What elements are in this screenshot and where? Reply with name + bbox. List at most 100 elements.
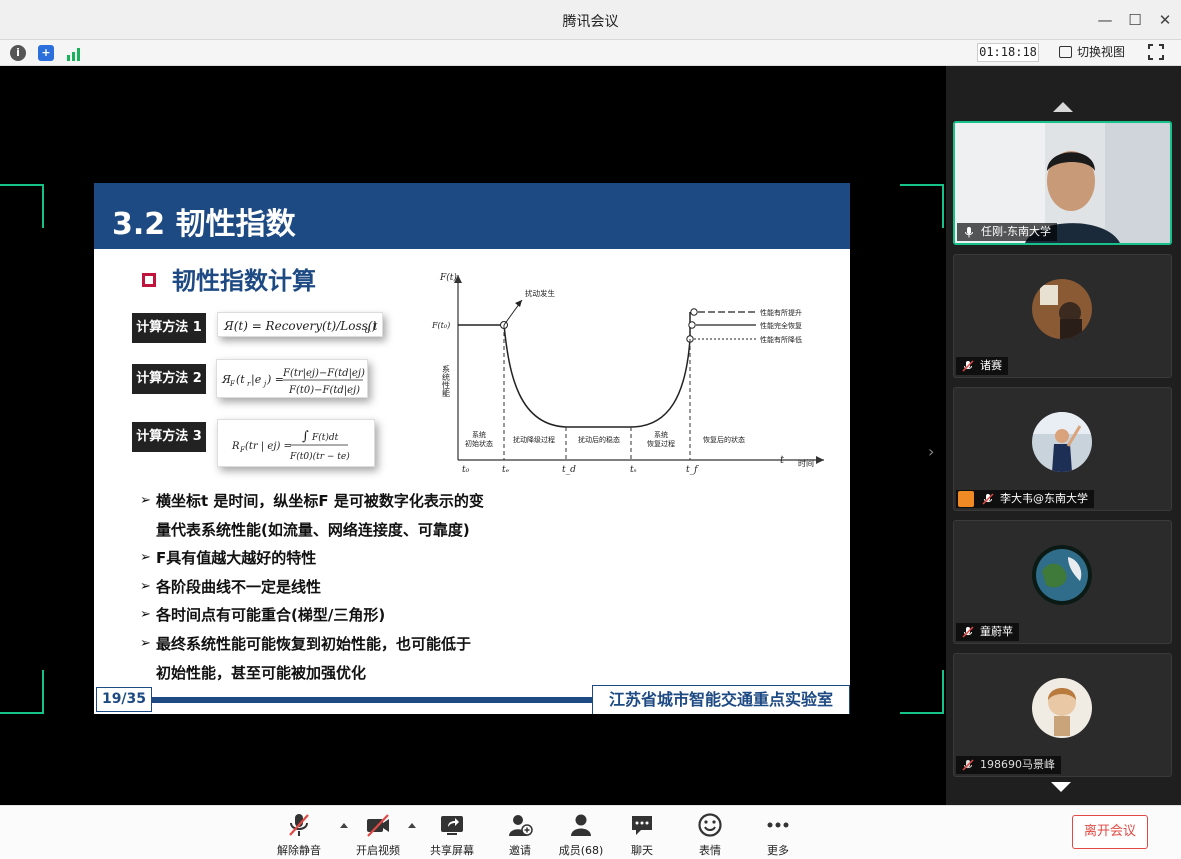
- corner-marker: [900, 670, 944, 714]
- corner-marker: [0, 184, 44, 228]
- slide-header: 3.2 韧性指数: [94, 183, 850, 249]
- mic-muted-icon: [982, 493, 994, 505]
- switch-view-label: 切换视图: [1077, 45, 1126, 59]
- svg-text:F(t0)(tr − te): F(t0)(tr − te): [289, 451, 350, 462]
- share-screen-button[interactable]: 共享屏幕: [422, 812, 482, 857]
- fullscreen-icon[interactable]: [1148, 44, 1164, 60]
- phase-label: 系统恢复过程: [647, 430, 675, 448]
- bullet-item: 横坐标t 是时间，纵坐标F 是可被数字化表示的变: [140, 487, 560, 516]
- bullet-item-continued: 初始性能，甚至可能被加强优化: [156, 663, 367, 682]
- phase-label: 恢复后的状态: [703, 435, 745, 444]
- bullet-item: 最终系统性能可能恢复到初始性能，也可能低于: [140, 630, 560, 659]
- bullet-item-continued: 量代表系统性能(如流量、网络连接度、可靠度): [156, 520, 470, 539]
- start-video-button[interactable]: 开启视频: [348, 812, 408, 857]
- disturbance-label: 扰动发生: [525, 288, 555, 298]
- mic-muted-icon: [289, 814, 309, 836]
- formula-1: Я(t) = Recovery(t)/Loss(t d): [217, 312, 383, 337]
- shield-icon[interactable]: +: [38, 45, 54, 61]
- svg-text:|e: |e: [251, 373, 262, 387]
- corner-marker: [900, 184, 944, 228]
- participant-tile[interactable]: 童蔚苹: [953, 520, 1172, 644]
- formula-2: Я F (t r |e j) = F(tr|ej)−F(td|ej) F(t0)−F(td|e…: [216, 359, 368, 398]
- participant-tile[interactable]: 198690马景峰: [953, 653, 1172, 777]
- svg-text:d: d: [365, 326, 370, 335]
- presentation-slide: 3.2 韧性指数 韧性指数计算 计算方法 1 计算方法 2 计算方法 3 Я(t…: [94, 183, 850, 714]
- chevron-right-icon[interactable]: ›: [928, 442, 934, 461]
- x-tick-label: tₛ: [630, 465, 637, 475]
- participant-tile[interactable]: 诸赛: [953, 254, 1172, 378]
- participants-panel: 任刚-东南大学 诸赛 李大韦@东南大学 童蔚苹 198690马景峰: [946, 66, 1181, 805]
- window-title: 腾讯会议: [562, 14, 619, 30]
- invite-icon: [509, 815, 533, 836]
- close-button[interactable]: ✕: [1153, 8, 1177, 32]
- emoji-icon: [698, 813, 722, 837]
- bullet-item: 各阶段曲线不一定是线性: [140, 573, 560, 602]
- scroll-up-icon[interactable]: [1053, 102, 1073, 112]
- title-bar: 腾讯会议 — ☐ ✕: [0, 0, 1181, 40]
- video-options-caret[interactable]: [408, 823, 416, 828]
- disturbance-arrow-head: [515, 300, 522, 307]
- mic-muted-icon: [962, 360, 974, 372]
- svg-text:F: F: [229, 380, 236, 388]
- switch-view-button[interactable]: 切换视图: [1057, 43, 1133, 62]
- improved-point: [690, 308, 698, 316]
- scroll-down-icon[interactable]: [1051, 782, 1071, 792]
- user-icon: [958, 491, 974, 507]
- participant-name: 童蔚苹: [956, 623, 1019, 641]
- unmute-button[interactable]: 解除静音: [269, 812, 329, 857]
- participant-tile[interactable]: 李大韦@东南大学: [953, 387, 1172, 511]
- phase-label: 扰动后的稳态: [578, 435, 620, 444]
- more-button[interactable]: 更多: [748, 812, 808, 857]
- svg-text:Я(t) = Recovery(t)/Loss(t: Я(t) = Recovery(t)/Loss(t: [223, 319, 377, 333]
- corner-marker: [0, 670, 44, 714]
- signal-icon[interactable]: [66, 46, 82, 61]
- members-label: 成员(68): [558, 844, 604, 857]
- y-axis-title: 系统性能: [442, 364, 451, 398]
- meeting-info-bar: i + 01:18:18 切换视图: [0, 40, 1181, 66]
- participant-name: 任刚-东南大学: [957, 223, 1057, 241]
- audio-options-caret[interactable]: [340, 823, 348, 828]
- chat-label: 聊天: [631, 844, 653, 857]
- x-tick-label: t₀: [462, 465, 470, 475]
- chat-button[interactable]: 聊天: [612, 812, 672, 857]
- chat-icon: [632, 816, 652, 835]
- performance-curve: [503, 324, 691, 428]
- mic-icon: [965, 227, 973, 238]
- x-tick-label: t_f: [686, 465, 699, 475]
- unmute-label: 解除静音: [277, 844, 321, 857]
- phase-label: 系统初始状态: [465, 430, 493, 448]
- more-label: 更多: [767, 844, 789, 857]
- slide-footer: 19/35 江苏省城市智能交通重点实验室: [94, 685, 850, 714]
- method-label-2: 计算方法 2: [132, 364, 206, 394]
- svg-text:F(t)dt: F(t)dt: [311, 432, 339, 443]
- x-tick-label: t_d: [562, 465, 576, 475]
- svg-text:R: R: [231, 441, 240, 452]
- switch-view-icon: [1059, 46, 1072, 58]
- invite-button[interactable]: 邀请: [490, 812, 550, 857]
- bullet-item: 各时间点有可能重合(梯型/三角形): [140, 601, 560, 630]
- square-bullet-icon: [142, 273, 156, 287]
- participant-tile[interactable]: 任刚-东南大学: [953, 121, 1172, 245]
- maximize-button[interactable]: ☐: [1123, 8, 1147, 32]
- svg-text:∫: ∫: [302, 429, 309, 444]
- svg-text:F(t0)−F(td|ej): F(t0)−F(td|ej): [288, 385, 360, 396]
- info-icon[interactable]: i: [10, 45, 26, 61]
- bullet-item: F具有值越大越好的特性: [140, 544, 560, 573]
- emoji-button[interactable]: 表情: [680, 812, 740, 857]
- mic-muted-icon: [962, 626, 974, 638]
- members-button[interactable]: 成员(68): [551, 812, 611, 857]
- resilience-curve-figure: F(t) F(t₀) 系统性能 t 时间 扰动发生 性能有所提升 性能完全恢复 …: [431, 272, 824, 475]
- footer-bar: [152, 697, 592, 703]
- share-screen-icon: [441, 816, 463, 835]
- formula-3: R F (tr | ej) = ∫ F(t)dt F(t0)(tr − te): [217, 419, 375, 467]
- minimize-button[interactable]: —: [1093, 8, 1117, 32]
- share-screen-label: 共享屏幕: [430, 844, 474, 857]
- meeting-timer: 01:18:18: [977, 43, 1039, 62]
- slide-bullet-list: 横坐标t 是时间，纵坐标F 是可被数字化表示的变 量代表系统性能(如流量、网络连…: [140, 487, 560, 687]
- legend-degraded: 性能有所降低: [760, 335, 802, 344]
- phase-label: 扰动降级过程: [513, 435, 555, 444]
- leave-meeting-button[interactable]: 离开会议: [1072, 815, 1148, 849]
- x-axis-arrow: [816, 456, 824, 464]
- mic-muted-icon: [962, 759, 974, 771]
- participant-name: 诸赛: [956, 357, 1008, 375]
